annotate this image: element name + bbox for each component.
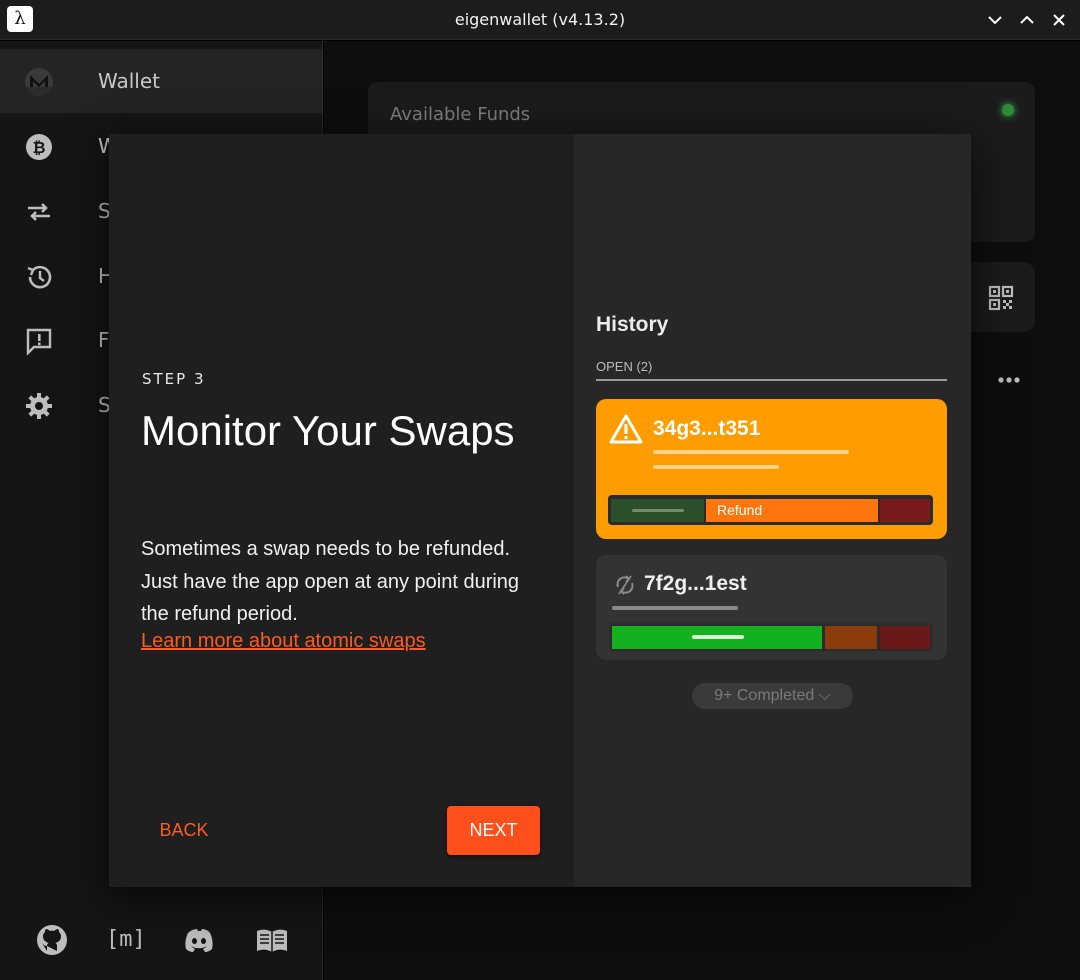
available-funds-label: Available Funds <box>390 104 531 125</box>
progress-segment-refund <box>825 626 877 649</box>
swap-id: 34g3...t351 <box>653 417 761 440</box>
qr-code-button[interactable] <box>987 284 1015 312</box>
chevron-down-icon: ⌵ <box>818 687 831 704</box>
placeholder-line <box>612 606 738 610</box>
completed-chip-label: 9+ Completed <box>714 687 815 704</box>
more-horizontal-icon <box>998 377 1020 383</box>
dialog-title: Monitor Your Swaps <box>141 407 515 454</box>
chevron-up-icon <box>1020 15 1034 24</box>
sidebar-item-label: Wallet <box>98 69 161 93</box>
placeholder-line <box>692 635 744 639</box>
next-button[interactable]: NEXT <box>447 806 540 855</box>
back-button[interactable]: BACK <box>142 806 226 854</box>
matrix-link[interactable]: [m] <box>106 922 146 958</box>
close-button[interactable] <box>1049 10 1069 30</box>
step-indicator: STEP 3 <box>142 370 206 388</box>
connection-status-dot <box>1002 104 1014 116</box>
placeholder-line <box>653 465 779 469</box>
learn-more-link[interactable]: Learn more about atomic swaps <box>141 630 426 653</box>
swap-id: 7f2g...1est <box>644 572 747 595</box>
github-icon <box>37 925 67 955</box>
minimize-button[interactable] <box>985 10 1005 30</box>
history-title: History <box>596 313 669 336</box>
window-title: eigenwallet (v4.13.2) <box>454 10 626 29</box>
matrix-icon: [m] <box>106 927 146 952</box>
history-icon <box>24 262 54 292</box>
sidebar-item-wallet[interactable]: Wallet <box>0 49 322 113</box>
refund-status-label: Refund <box>717 502 763 518</box>
placeholder-line <box>632 509 684 512</box>
divider <box>596 379 947 381</box>
completed-swaps-chip[interactable]: 9+ Completed ⌵ <box>692 683 853 709</box>
close-icon <box>1053 14 1065 26</box>
docs-link[interactable] <box>254 922 290 958</box>
maximize-button[interactable] <box>1017 10 1037 30</box>
feedback-icon <box>24 326 54 356</box>
more-options-button[interactable] <box>996 370 1022 390</box>
dialog-description: Sometimes a swap needs to be refunded. J… <box>141 538 520 625</box>
settings-icon <box>24 391 54 421</box>
swap-arrows-icon <box>24 197 54 227</box>
discord-icon <box>185 929 213 952</box>
title-bar: λ eigenwallet (v4.13.2) <box>0 0 1080 40</box>
github-link[interactable] <box>34 922 70 958</box>
monero-icon <box>24 67 54 97</box>
bitcoin-icon: ₿ <box>24 132 54 162</box>
qr-code-icon <box>988 285 1014 311</box>
open-swaps-label: OPEN (2) <box>596 359 653 374</box>
book-icon <box>257 929 287 952</box>
placeholder-line <box>653 450 849 454</box>
discord-link[interactable] <box>181 922 217 958</box>
chevron-down-icon <box>988 16 1002 25</box>
progress-segment-punish <box>880 499 930 522</box>
sync-icon <box>613 573 637 597</box>
svg-text:₿: ₿ <box>32 138 45 157</box>
progress-segment-punish <box>880 626 930 649</box>
warning-icon <box>609 413 643 445</box>
sidebar-item-label: F <box>98 328 110 352</box>
